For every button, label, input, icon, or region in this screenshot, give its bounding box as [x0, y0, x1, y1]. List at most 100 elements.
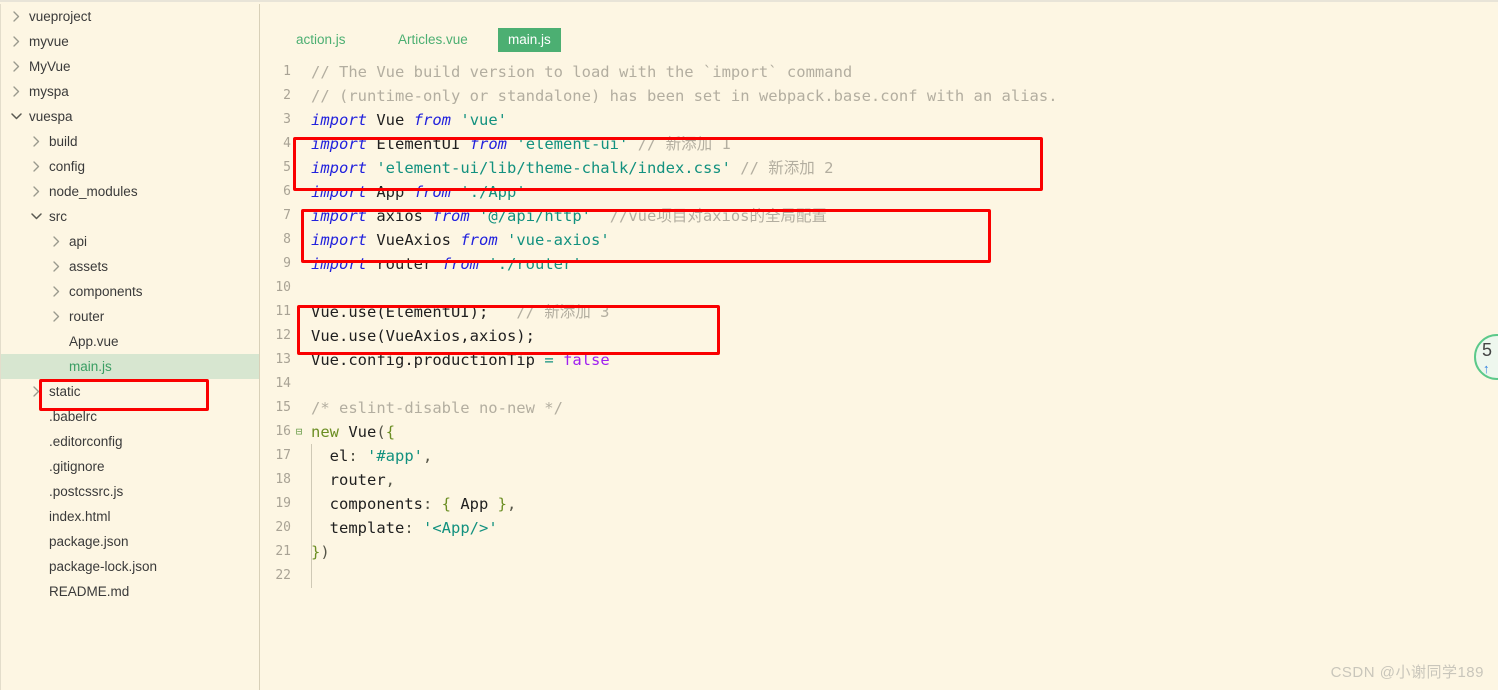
file-tree-item-label: src	[49, 209, 67, 224]
fold-marker[interactable]	[293, 396, 305, 420]
file-tree-item-node-modules[interactable]: node_modules	[1, 179, 259, 204]
file-tree-item-myvue[interactable]: MyVue	[1, 54, 259, 79]
fold-marker[interactable]	[293, 180, 305, 204]
fold-marker[interactable]	[293, 492, 305, 516]
code-line[interactable]: 13 Vue.config.productionTip = false	[261, 348, 1498, 372]
code-token: ,	[507, 495, 517, 513]
chevron-right-icon[interactable]	[29, 161, 43, 172]
code-line[interactable]: 19 components: { App },	[261, 492, 1498, 516]
file-tree-item-router[interactable]: router	[1, 304, 259, 329]
file-tree-item-package-json[interactable]: package.json	[1, 529, 259, 554]
code-token: '<App/>'	[423, 519, 498, 537]
code-line[interactable]: 14	[261, 372, 1498, 396]
project-file-tree-sidebar[interactable]: vueproject myvue MyVue myspa vuespa build conf…	[0, 4, 260, 690]
code-line[interactable]: 4 import ElementUI from 'element-ui' // 新…	[261, 132, 1498, 156]
fold-marker[interactable]	[293, 84, 305, 108]
fold-marker[interactable]	[293, 276, 305, 300]
code-line[interactable]: 18 router,	[261, 468, 1498, 492]
fold-marker[interactable]	[293, 60, 305, 84]
fold-marker[interactable]	[293, 132, 305, 156]
code-line[interactable]: 10	[261, 276, 1498, 300]
chevron-right-icon[interactable]	[9, 11, 23, 22]
fold-marker[interactable]	[293, 300, 305, 324]
file-tree-item-label: App.vue	[69, 334, 119, 349]
code-line[interactable]: 5 import 'element-ui/lib/theme-chalk/inde…	[261, 156, 1498, 180]
file-tree-item-myspa[interactable]: myspa	[1, 79, 259, 104]
chevron-right-icon[interactable]	[9, 86, 23, 97]
code-viewer[interactable]: 1 // The Vue build version to load with t…	[261, 60, 1498, 588]
editor-tab-strip[interactable]: action.js Articles.vue main.js	[261, 4, 1498, 52]
file-tree-item-vueproject[interactable]: vueproject	[1, 4, 259, 29]
fold-marker[interactable]	[293, 348, 305, 372]
fold-marker[interactable]	[293, 252, 305, 276]
fold-marker[interactable]	[293, 108, 305, 132]
file-tree-item-vuespa[interactable]: vuespa	[1, 104, 259, 129]
file-tree-item-components[interactable]: components	[1, 279, 259, 304]
file-tree-item--editorconfig[interactable]: .editorconfig	[1, 429, 259, 454]
fold-marker[interactable]	[293, 204, 305, 228]
code-line[interactable]: 3 import Vue from 'vue'	[261, 108, 1498, 132]
file-tree-item-main-js[interactable]: main.js	[1, 354, 259, 379]
fold-marker[interactable]	[293, 468, 305, 492]
chevron-right-icon[interactable]	[29, 136, 43, 147]
file-tree-item-src[interactable]: src	[1, 204, 259, 229]
chevron-right-icon[interactable]	[49, 311, 63, 322]
code-line[interactable]: 1 // The Vue build version to load with t…	[261, 60, 1498, 84]
code-line[interactable]: 17 el: '#app',	[261, 444, 1498, 468]
fold-marker[interactable]	[293, 372, 305, 396]
file-tree-item-myvue[interactable]: myvue	[1, 29, 259, 54]
file-tree-item-app-vue[interactable]: App.vue	[1, 329, 259, 354]
fold-marker[interactable]	[293, 444, 305, 468]
code-line[interactable]: 9 import router from './router'	[261, 252, 1498, 276]
chevron-right-icon[interactable]	[29, 186, 43, 197]
chevron-right-icon[interactable]	[29, 386, 43, 397]
editor-tab-main-js[interactable]: main.js	[498, 28, 561, 52]
file-tree-item--postcssrc-js[interactable]: .postcssrc.js	[1, 479, 259, 504]
fold-marker[interactable]	[293, 564, 305, 588]
code-line[interactable]: 21})	[261, 540, 1498, 564]
code-line[interactable]: 2 // (runtime-only or standalone) has bee…	[261, 84, 1498, 108]
code-line[interactable]: 20 template: '<App/>'	[261, 516, 1498, 540]
fold-marker[interactable]	[293, 516, 305, 540]
chevron-right-icon[interactable]	[49, 261, 63, 272]
editor-tab-action-js[interactable]: action.js	[286, 28, 356, 52]
code-line[interactable]: 22	[261, 564, 1498, 588]
code-line[interactable]: 15 /* eslint-disable no-new */	[261, 396, 1498, 420]
editor-tab-articles-vue[interactable]: Articles.vue	[388, 28, 478, 52]
chevron-right-icon[interactable]	[9, 61, 23, 72]
code-line[interactable]: 7 import axios from '@/api/http' //vue项目对…	[261, 204, 1498, 228]
chevron-right-icon[interactable]	[49, 236, 63, 247]
code-line[interactable]: 16 ⊟ new Vue({	[261, 420, 1498, 444]
file-tree-item-config[interactable]: config	[1, 154, 259, 179]
fold-marker[interactable]: ⊟	[293, 420, 305, 444]
line-number: 3	[283, 112, 291, 127]
file-tree-item-static[interactable]: static	[1, 379, 259, 404]
chevron-down-icon[interactable]	[9, 113, 23, 120]
fold-marker[interactable]	[293, 324, 305, 348]
file-tree-item-build[interactable]: build	[1, 129, 259, 154]
code-token: ,	[423, 447, 433, 465]
chevron-down-icon[interactable]	[29, 213, 43, 220]
file-tree-item-api[interactable]: api	[1, 229, 259, 254]
fold-marker[interactable]	[293, 228, 305, 252]
code-token: {	[385, 423, 396, 441]
code-line[interactable]: 12 Vue.use(VueAxios,axios);	[261, 324, 1498, 348]
fold-marker[interactable]	[293, 156, 305, 180]
file-tree-item-assets[interactable]: assets	[1, 254, 259, 279]
file-tree-item--gitignore[interactable]: .gitignore	[1, 454, 259, 479]
code-line[interactable]: 8 import VueAxios from 'vue-axios'	[261, 228, 1498, 252]
file-tree-list[interactable]: vueproject myvue MyVue myspa vuespa build conf…	[1, 4, 259, 604]
file-tree-item-index-html[interactable]: index.html	[1, 504, 259, 529]
chevron-right-icon[interactable]	[9, 36, 23, 47]
code-line[interactable]: 11 Vue.use(ElementUI); // 新添加 3	[261, 300, 1498, 324]
code-line[interactable]: 6 import App from './App'	[261, 180, 1498, 204]
file-tree-item-readme-md[interactable]: README.md	[1, 579, 259, 604]
chevron-right-icon[interactable]	[49, 286, 63, 297]
file-tree-item--babelrc[interactable]: .babelrc	[1, 404, 259, 429]
file-tree-item-package-lock-json[interactable]: package-lock.json	[1, 554, 259, 579]
fold-marker[interactable]	[293, 540, 305, 564]
